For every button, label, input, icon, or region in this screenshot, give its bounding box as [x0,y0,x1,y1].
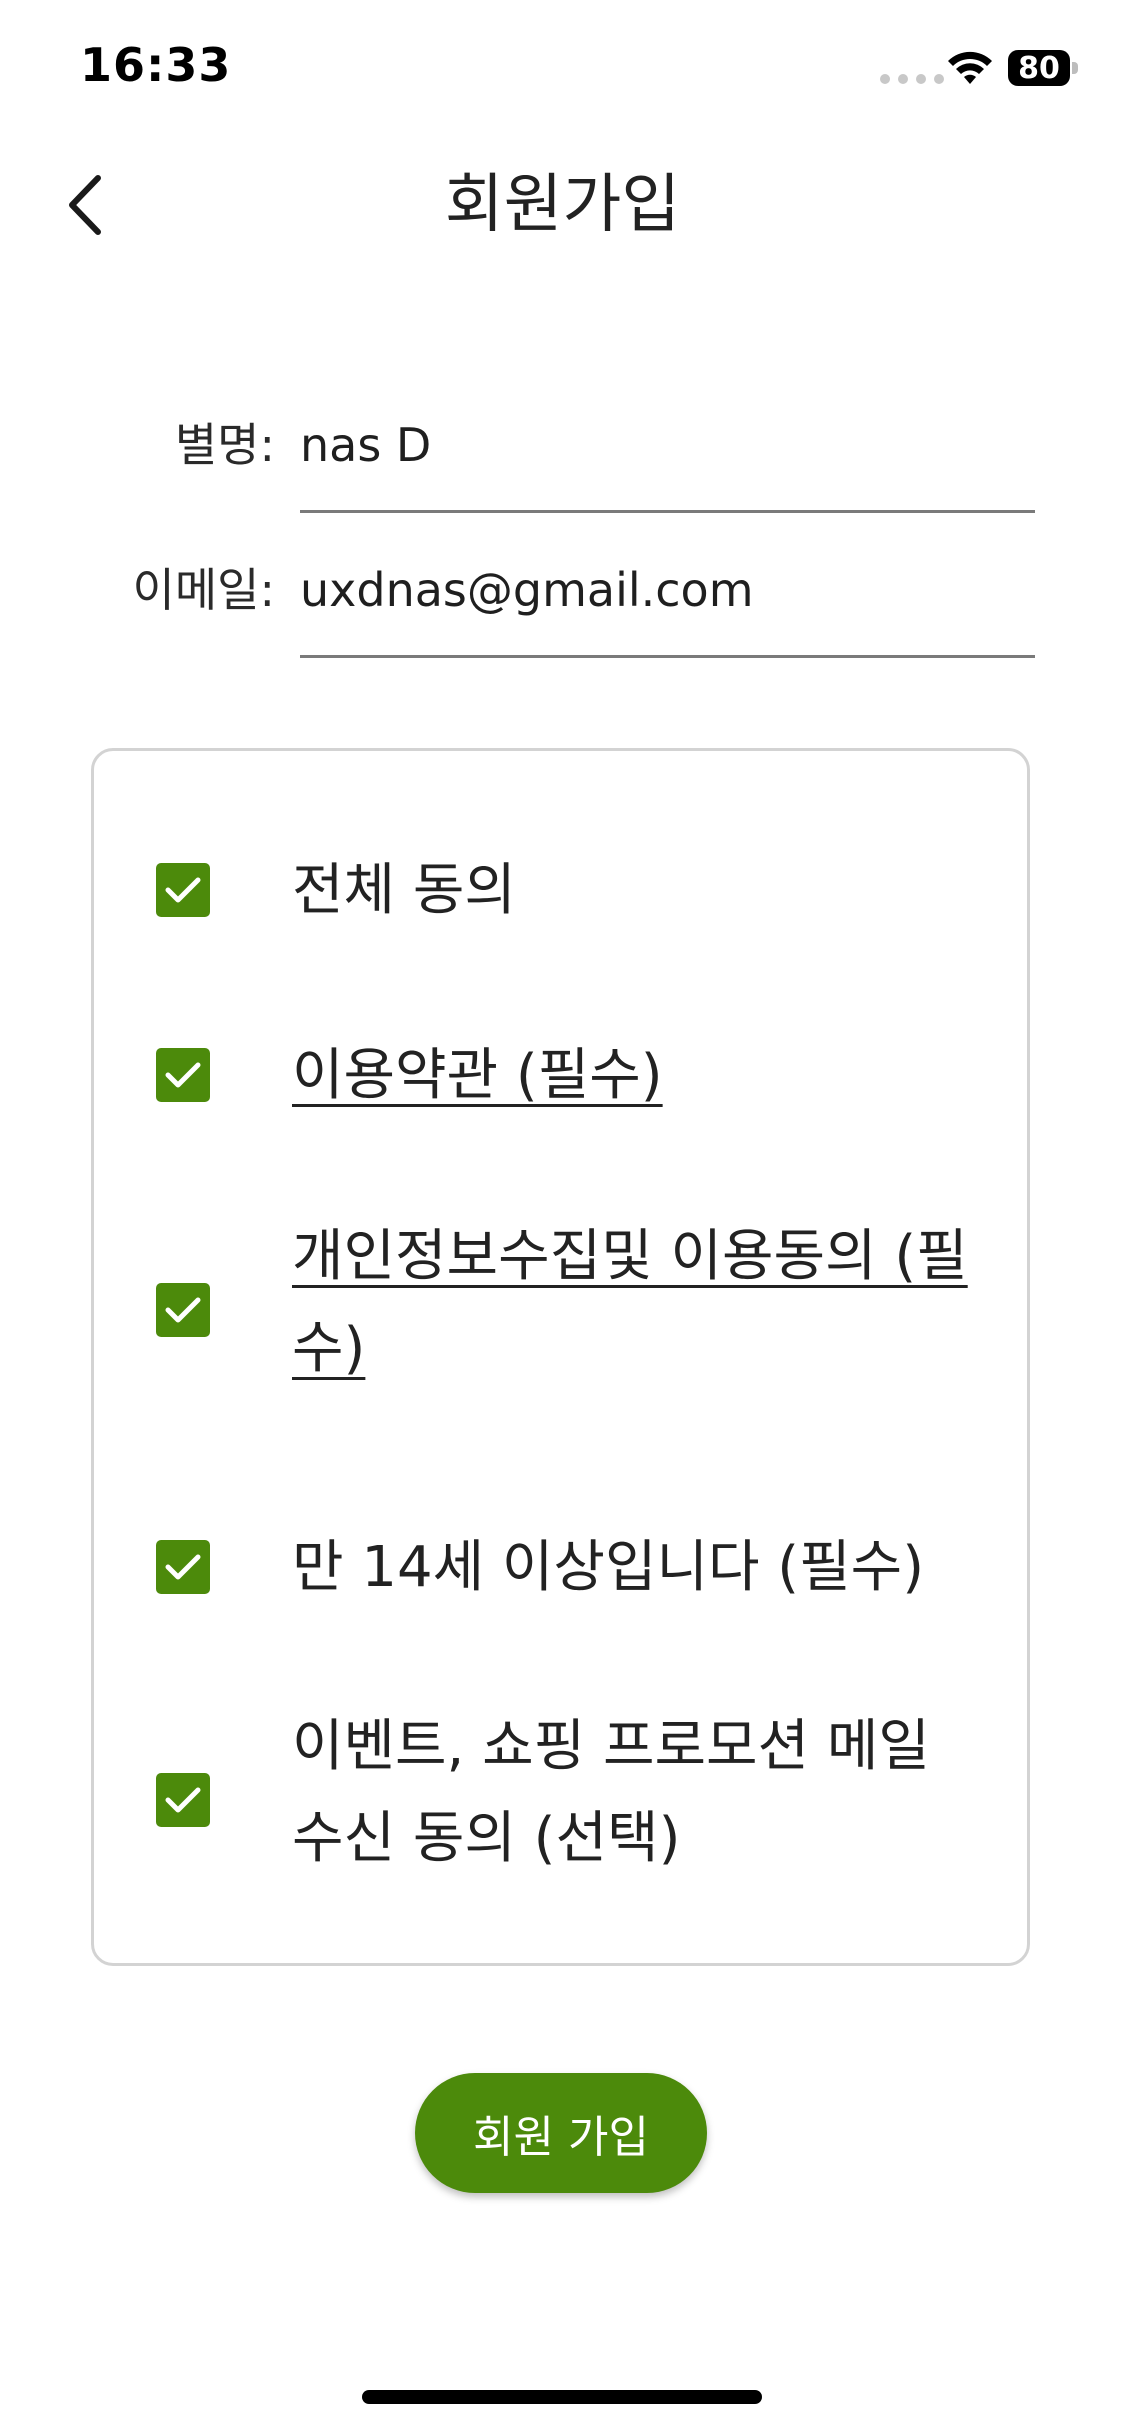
wifi-icon [948,51,992,84]
battery-icon: 80 [1008,50,1070,86]
checkmark-icon [165,877,201,903]
agreement-card: 전체 동의 이용약관 (필수) 개인정보수집및 이용동의 (필수) 만 14세 … [91,748,1030,1966]
marketing-checkbox[interactable] [156,1773,210,1827]
terms-row[interactable]: 이용약관 (필수) [94,1021,1027,1131]
nickname-underline [300,510,1035,513]
email-input[interactable] [300,555,1035,625]
email-underline [300,655,1035,658]
status-bar: 16:33 80 [0,0,1125,140]
home-indicator [362,2390,762,2404]
nickname-label: 별명: [174,418,275,472]
cellular-signal-icon [880,74,944,84]
checkmark-icon [165,1787,201,1813]
checkmark-icon [165,1554,201,1580]
age-checkbox[interactable] [156,1540,210,1594]
age-label: 만 14세 이상입니다 (필수) [292,1535,925,1600]
email-label: 이메일: [132,563,275,617]
agree-all-row[interactable]: 전체 동의 [94,836,1027,946]
privacy-link[interactable]: 개인정보수집및 이용동의 (필수) [292,1211,992,1395]
battery-level: 80 [1018,50,1060,86]
battery-tip [1072,62,1078,74]
marketing-label: 이벤트, 쇼핑 프로모션 메일 수신 동의 (선택) [292,1714,930,1871]
privacy-checkbox[interactable] [156,1283,210,1337]
privacy-row[interactable]: 개인정보수집및 이용동의 (필수) [94,1211,1027,1411]
agree-all-checkbox[interactable] [156,863,210,917]
page-title: 회원가입 [444,168,681,242]
age-row[interactable]: 만 14세 이상입니다 (필수) [94,1513,1027,1623]
status-time: 16:33 [80,38,232,92]
nickname-input[interactable] [300,410,1035,480]
signup-button[interactable]: 회원 가입 [415,2073,707,2193]
checkmark-icon [165,1062,201,1088]
terms-checkbox[interactable] [156,1048,210,1102]
terms-link[interactable]: 이용약관 (필수) [292,1030,992,1122]
marketing-row[interactable]: 이벤트, 쇼핑 프로모션 메일 수신 동의 (선택) [94,1701,1027,1901]
checkmark-icon [165,1297,201,1323]
agree-all-label: 전체 동의 [292,858,516,923]
